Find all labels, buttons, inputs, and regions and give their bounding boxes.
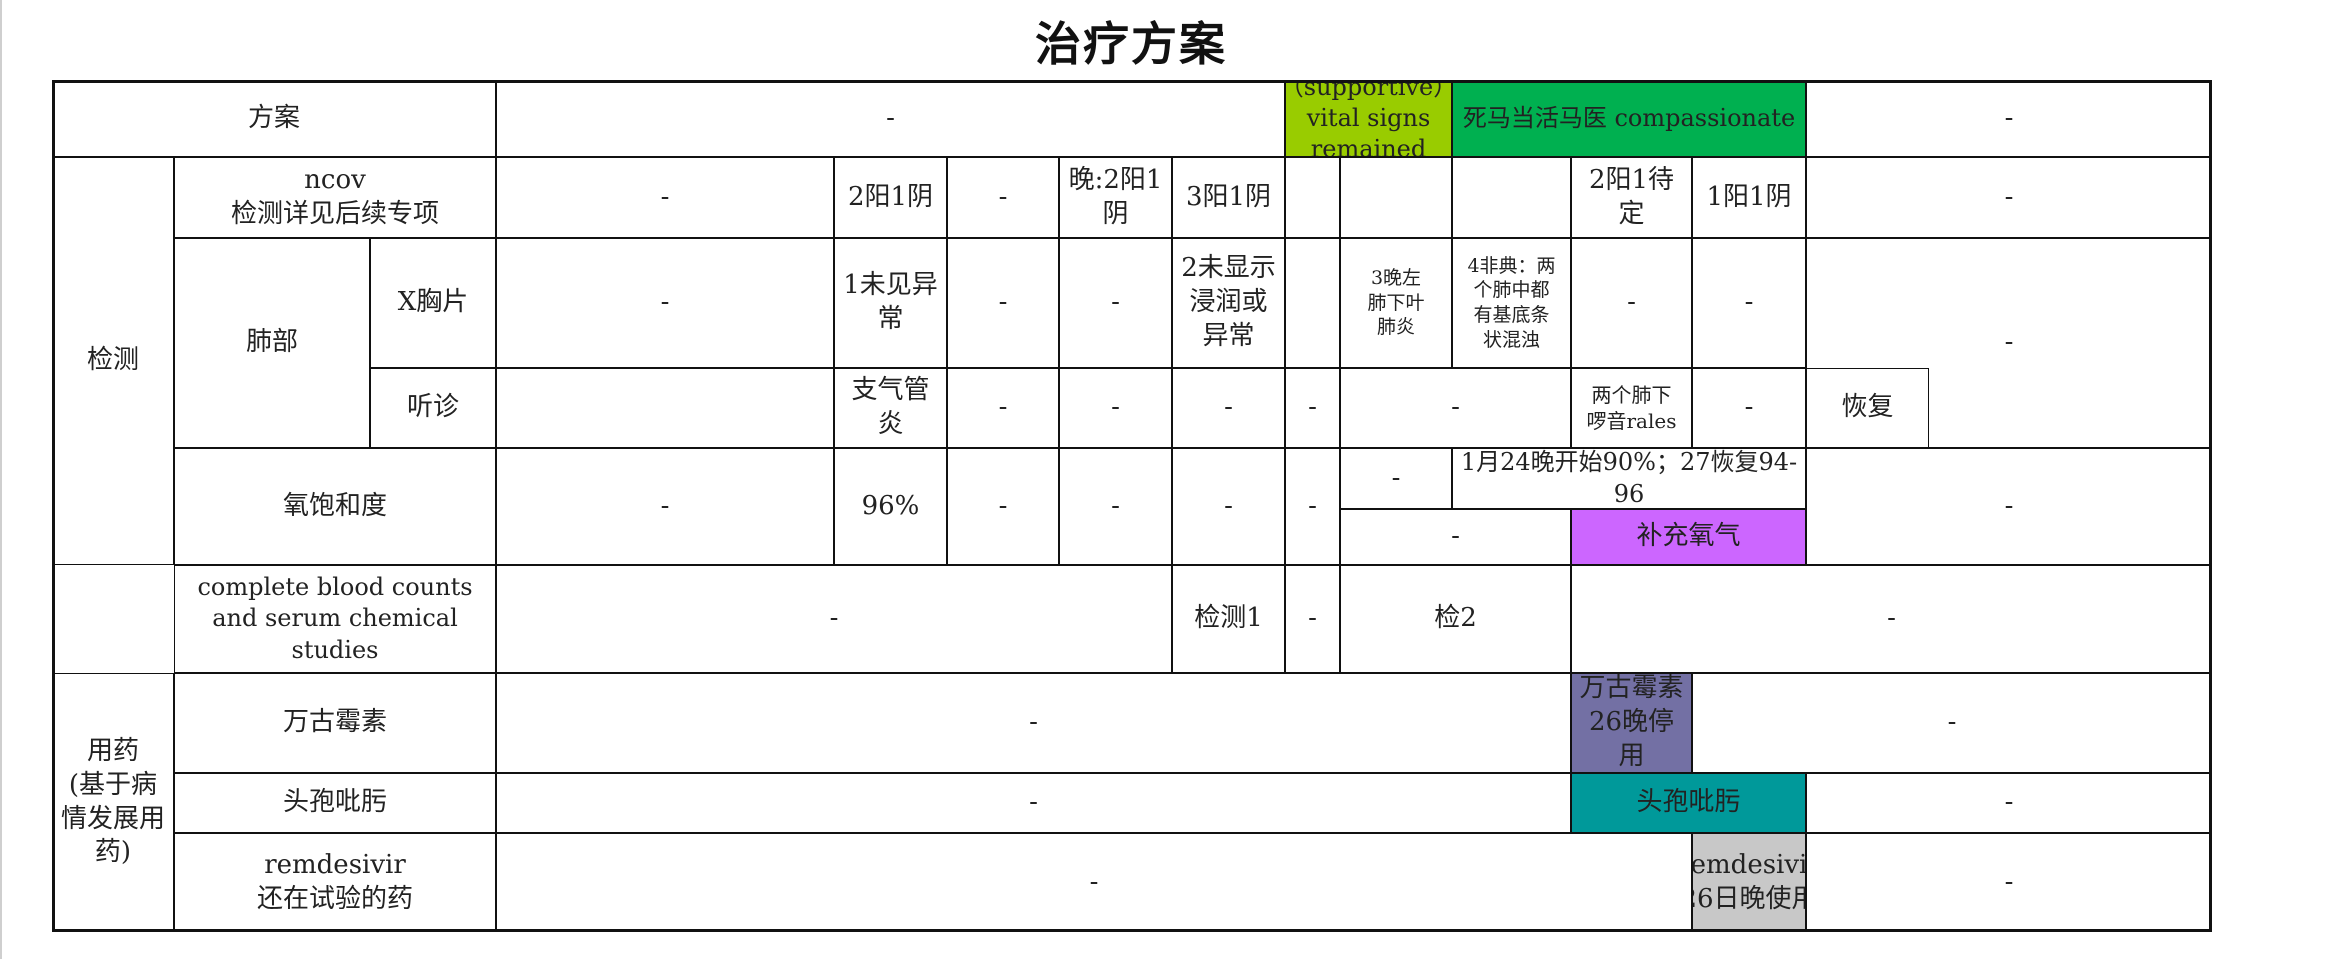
ncov-cell: 2阳1阴 bbox=[834, 157, 947, 238]
ncov-header: ncov 检测详见后续专项 bbox=[174, 157, 496, 238]
remdesivir-cell: - bbox=[496, 833, 1692, 932]
xray-cell: 4非典：两 个肺中都 有基底条 状混浊 bbox=[1452, 238, 1571, 368]
detection-group-label: 检测 bbox=[52, 157, 174, 565]
medication-group-label: 用药 (基于病 情发展用 药) bbox=[52, 673, 174, 932]
plan-header: 方案 bbox=[52, 80, 496, 157]
blood-test-header: complete blood counts and serum chemical… bbox=[174, 565, 496, 673]
auscultation-cell: - bbox=[1059, 368, 1172, 448]
xray-cell bbox=[1285, 238, 1340, 368]
remdesivir-header: remdesivir 还在试验的药 bbox=[174, 833, 496, 932]
oxygen-cell: - bbox=[1285, 448, 1340, 565]
ncov-cell: 晚:2阳1 阴 bbox=[1059, 157, 1172, 238]
ncov-cell bbox=[1285, 157, 1340, 238]
ncov-cell: - bbox=[1806, 157, 2212, 238]
ncov-cell: - bbox=[947, 157, 1059, 238]
auscultation-cell: - bbox=[947, 368, 1059, 448]
xray-header: X胸片 bbox=[370, 238, 496, 368]
remdesivir-cell: - bbox=[1806, 833, 2212, 932]
vancomycin-usage-cell: 万古霉素 26晚停用 bbox=[1571, 673, 1692, 773]
oxygen-note-cell: 1月24晚开始90%；27恢复94-96 bbox=[1452, 448, 1806, 509]
blood-test-cell: - bbox=[496, 565, 1172, 673]
vancomycin-cell: - bbox=[1692, 673, 2212, 773]
blood-test-cell: - bbox=[1571, 565, 2212, 673]
oxygen-cell: - bbox=[1806, 448, 2212, 565]
oxygen-saturation-header: 氧饱和度 bbox=[174, 448, 496, 565]
oxygen-cell: 96% bbox=[834, 448, 947, 565]
xray-cell: - bbox=[947, 238, 1059, 368]
oxygen-cell: - bbox=[1059, 448, 1172, 565]
plan-supportive-cell: 支持治疗（supportive）vital signs remained lar… bbox=[1285, 80, 1452, 157]
xray-cell: - bbox=[496, 238, 834, 368]
oxygen-cell: - bbox=[496, 448, 834, 565]
oxygen-cell: - bbox=[1340, 448, 1452, 509]
auscultation-cell: 两个肺下 啰音rales bbox=[1571, 368, 1692, 448]
oxygen-cell: - bbox=[1172, 448, 1285, 565]
cephalosporin-usage-cell: 头孢吡肟 bbox=[1571, 773, 1806, 833]
auscultation-cell: - bbox=[1692, 368, 1806, 448]
xray-cell: - bbox=[1571, 238, 1692, 368]
auscultation-cell: - bbox=[1340, 368, 1571, 448]
plan-cell-pre: - bbox=[496, 80, 1285, 157]
plan-compassionate-cell: 死马当活马医 compassionate bbox=[1452, 80, 1806, 157]
auscultation-cell: 恢复 bbox=[1806, 368, 1929, 448]
remdesivir-usage-cell: remdesivir 26日晚使用 bbox=[1692, 833, 1806, 932]
blood-test-cell: 检2 bbox=[1340, 565, 1571, 673]
cephalosporin-cell: - bbox=[1806, 773, 2212, 833]
plan-cell-post: - bbox=[1806, 80, 2212, 157]
xray-cell: - bbox=[1059, 238, 1172, 368]
treatment-table: 方案 - 支持治疗（supportive）vital signs remained … bbox=[52, 80, 2212, 932]
ncov-cell bbox=[1340, 157, 1452, 238]
ncov-cell: 2阳1待 定 bbox=[1571, 157, 1692, 238]
ncov-cell bbox=[1452, 157, 1571, 238]
auscultation-cell: - bbox=[1172, 368, 1285, 448]
auscultation-cell: - bbox=[1285, 368, 1340, 448]
blood-test-cell: 检测1 bbox=[1172, 565, 1285, 673]
ncov-cell: - bbox=[496, 157, 834, 238]
oxygen-cell: - bbox=[1340, 509, 1571, 565]
ncov-cell: 3阳1阴 bbox=[1172, 157, 1285, 238]
auscultation-header: 听诊 bbox=[370, 368, 496, 448]
vancomycin-cell: - bbox=[496, 673, 1571, 773]
xray-cell: 3晚左 肺下叶 肺炎 bbox=[1340, 238, 1452, 368]
page-title: 治疗方案 bbox=[1035, 17, 1227, 71]
ncov-cell: 1阳1阴 bbox=[1692, 157, 1806, 238]
xray-cell: 2未显示 浸润或 异常 bbox=[1172, 238, 1285, 368]
oxygen-supplement-cell: 补充氧气 bbox=[1571, 509, 1806, 565]
lung-group-label: 肺部 bbox=[174, 238, 370, 448]
cephalosporin-cell: - bbox=[496, 773, 1571, 833]
auscultation-cell bbox=[496, 368, 834, 448]
page-left-border bbox=[0, 0, 2, 959]
vancomycin-header: 万古霉素 bbox=[174, 673, 496, 773]
xray-cell: 1未见异 常 bbox=[834, 238, 947, 368]
cephalosporin-header: 头孢吡肟 bbox=[174, 773, 496, 833]
blood-test-cell: - bbox=[1285, 565, 1340, 673]
auscultation-cell: 支气管 炎 bbox=[834, 368, 947, 448]
oxygen-cell: - bbox=[947, 448, 1059, 565]
xray-cell: - bbox=[1692, 238, 1806, 368]
